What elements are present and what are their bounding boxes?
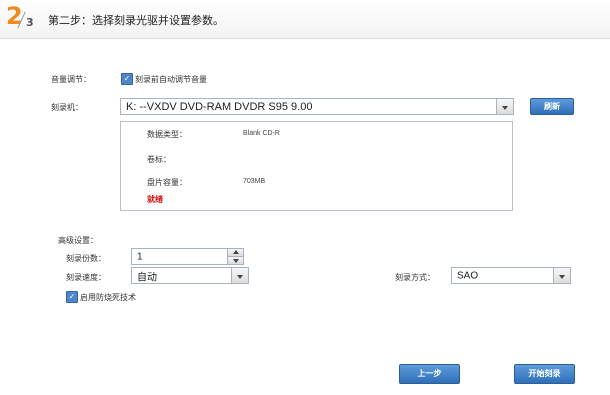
disc-info-panel: 数据类型： Blank CD-R 卷标： 盘片容量： 703MB 就绪 (120, 121, 513, 211)
step-header: 2 3 第二步：选择刻录光驱并设置参数。 (0, 0, 610, 39)
burn-mode-select[interactable]: SAO (451, 267, 571, 284)
burn-mode-label: 刻录方式： (395, 273, 435, 282)
copies-value: 1 (137, 251, 143, 262)
copies-stepper[interactable]: 1 (131, 248, 244, 265)
speed-dropdown-button[interactable] (231, 268, 248, 283)
auto-volume-checkbox[interactable]: ✓ (121, 73, 133, 85)
refresh-button[interactable]: 刷新 (530, 98, 574, 115)
volume-name-label: 卷标： (147, 155, 171, 164)
chevron-up-icon (232, 250, 239, 255)
chevron-down-icon (502, 105, 508, 110)
burner-dropdown-button[interactable] (496, 99, 513, 114)
disc-status: 就绪 (147, 195, 163, 204)
chevron-down-icon (232, 259, 239, 264)
chevron-down-icon (559, 274, 565, 279)
chevron-down-icon (237, 274, 243, 279)
burner-select[interactable]: K: --VXDV DVD-RAM DVDR S95 9.00 (120, 98, 514, 115)
speed-selected-value: 自动 (137, 272, 157, 283)
burner-label: 刻录机： (51, 103, 83, 112)
speed-label: 刻录速度： (66, 273, 106, 282)
speed-select[interactable]: 自动 (131, 267, 249, 284)
volume-label: 音量调节： (51, 75, 91, 84)
step-total-number: 3 (26, 16, 34, 29)
burn-protect-checkbox[interactable]: ✓ (66, 291, 78, 303)
step-title: 第二步：选择刻录光驱并设置参数。 (48, 15, 224, 27)
copies-increment-button[interactable] (227, 249, 243, 257)
start-burn-button[interactable]: 开始刻录 (514, 364, 575, 384)
disc-type-value: Blank CD-R (243, 130, 280, 137)
burn-mode-dropdown-button[interactable] (553, 268, 570, 283)
burner-selected-value: K: --VXDV DVD-RAM DVDR S95 9.00 (126, 100, 313, 113)
burn-mode-selected-value: SAO (457, 270, 479, 281)
copies-label: 刻录份数： (66, 254, 106, 263)
capacity-value: 703MB (243, 178, 266, 185)
capacity-label: 盘片容量： (147, 178, 187, 187)
previous-step-button[interactable]: 上一步 (399, 364, 460, 384)
burn-protect-label: 启用防烧死技术 (80, 293, 136, 302)
step-current-number: 2 (6, 2, 23, 30)
copies-decrement-button[interactable] (227, 256, 243, 264)
disc-type-label: 数据类型： (147, 130, 187, 139)
auto-volume-label: 刻录前自动调节音量 (135, 75, 207, 84)
advanced-settings-label: 高级设置： (58, 236, 98, 245)
